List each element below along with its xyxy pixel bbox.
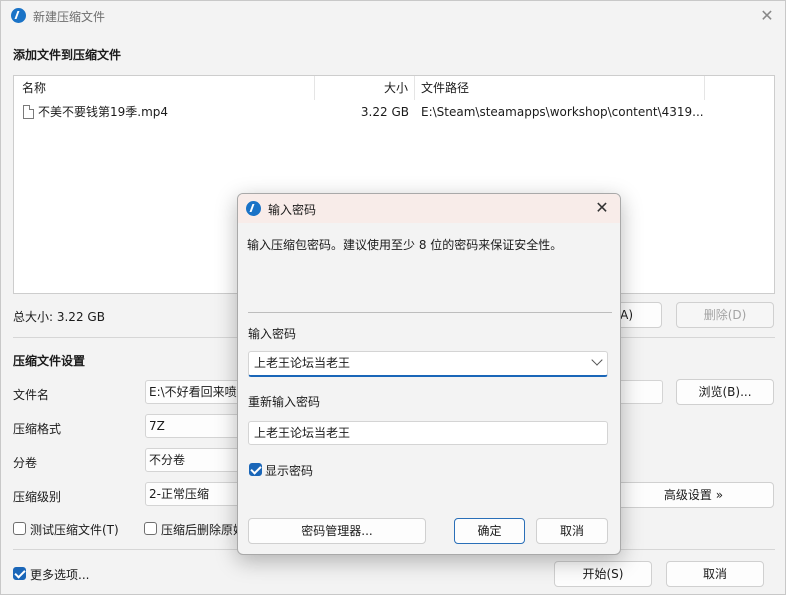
password-combobox[interactable]: 上老王论坛当老王 [248, 351, 608, 377]
file-path-cell: E:\Steam\steamapps\workshop\content\4319… [421, 105, 703, 119]
volume-label: 分卷 [13, 456, 38, 470]
level-label: 压缩级别 [13, 490, 62, 504]
test-archive-label[interactable]: 测试压缩文件(T) [30, 521, 119, 538]
password-manager-button[interactable]: 密码管理器... [248, 518, 426, 544]
level-select[interactable]: 2-正常压缩 [145, 482, 245, 506]
chevron-down-icon[interactable] [591, 354, 603, 366]
password-label: 输入密码 [248, 327, 297, 341]
settings-section-title: 压缩文件设置 [13, 354, 86, 368]
show-password-checkbox[interactable] [249, 463, 262, 476]
title-bar: 新建压缩文件 ✕ [1, 1, 785, 31]
more-options-checkbox[interactable] [13, 567, 26, 580]
column-header-size[interactable]: 大小 [315, 76, 415, 100]
dialog-close-button[interactable]: ✕ [591, 197, 613, 219]
total-size-label: 总大小: 3.22 GB [13, 310, 105, 324]
delete-after-label[interactable]: 压缩后删除原始 [161, 521, 245, 538]
app-logo-icon [246, 201, 261, 216]
format-label: 压缩格式 [13, 422, 62, 436]
advanced-settings-button[interactable]: 高级设置 » [613, 482, 774, 508]
file-size-cell: 3.22 GB [360, 105, 409, 119]
dialog-description: 输入压缩包密码。建议使用至少 8 位的密码来保证安全性。 [247, 238, 563, 252]
main-cancel-button[interactable]: 取消 [666, 561, 764, 587]
reenter-password-input[interactable]: 上老王论坛当老王 [248, 421, 608, 445]
ok-button[interactable]: 确定 [454, 518, 525, 544]
delete-button[interactable]: 删除(D) [676, 302, 774, 328]
more-options-label[interactable]: 更多选项... [30, 566, 89, 583]
close-icon: ✕ [595, 198, 609, 217]
password-dialog: 输入密码 ✕ 输入压缩包密码。建议使用至少 8 位的密码来保证安全性。 输入密码… [237, 193, 621, 555]
table-row[interactable]: 不美不要钱第19季.mp4 3.22 GB E:\Steam\steamapps… [14, 100, 774, 124]
file-name-cell: 不美不要钱第19季.mp4 [38, 105, 169, 119]
column-header-path[interactable]: 文件路径 [415, 76, 705, 100]
volume-select[interactable]: 不分卷 [145, 448, 245, 472]
delete-after-checkbox[interactable] [144, 522, 157, 535]
dialog-title: 输入密码 [268, 203, 317, 217]
column-header-name[interactable]: 名称 [14, 76, 315, 100]
app-logo-icon [11, 8, 26, 23]
close-icon: ✕ [760, 6, 774, 25]
dialog-cancel-button[interactable]: 取消 [536, 518, 608, 544]
filename-label: 文件名 [13, 388, 50, 402]
file-icon [23, 105, 34, 119]
browse-button[interactable]: 浏览(B)... [676, 379, 774, 405]
format-select[interactable]: 7Z [145, 414, 245, 438]
show-password-label[interactable]: 显示密码 [265, 462, 313, 479]
dialog-title-bar: 输入密码 ✕ [238, 194, 620, 223]
column-header-spacer [705, 76, 774, 100]
reenter-password-label: 重新输入密码 [248, 395, 321, 409]
window-close-button[interactable]: ✕ [755, 5, 779, 27]
divider [248, 312, 612, 313]
start-button[interactable]: 开始(S) [554, 561, 652, 587]
window-title: 新建压缩文件 [33, 10, 106, 24]
add-files-section-title: 添加文件到压缩文件 [13, 48, 122, 62]
password-value: 上老王论坛当老王 [254, 356, 351, 370]
test-archive-checkbox[interactable] [13, 522, 26, 535]
